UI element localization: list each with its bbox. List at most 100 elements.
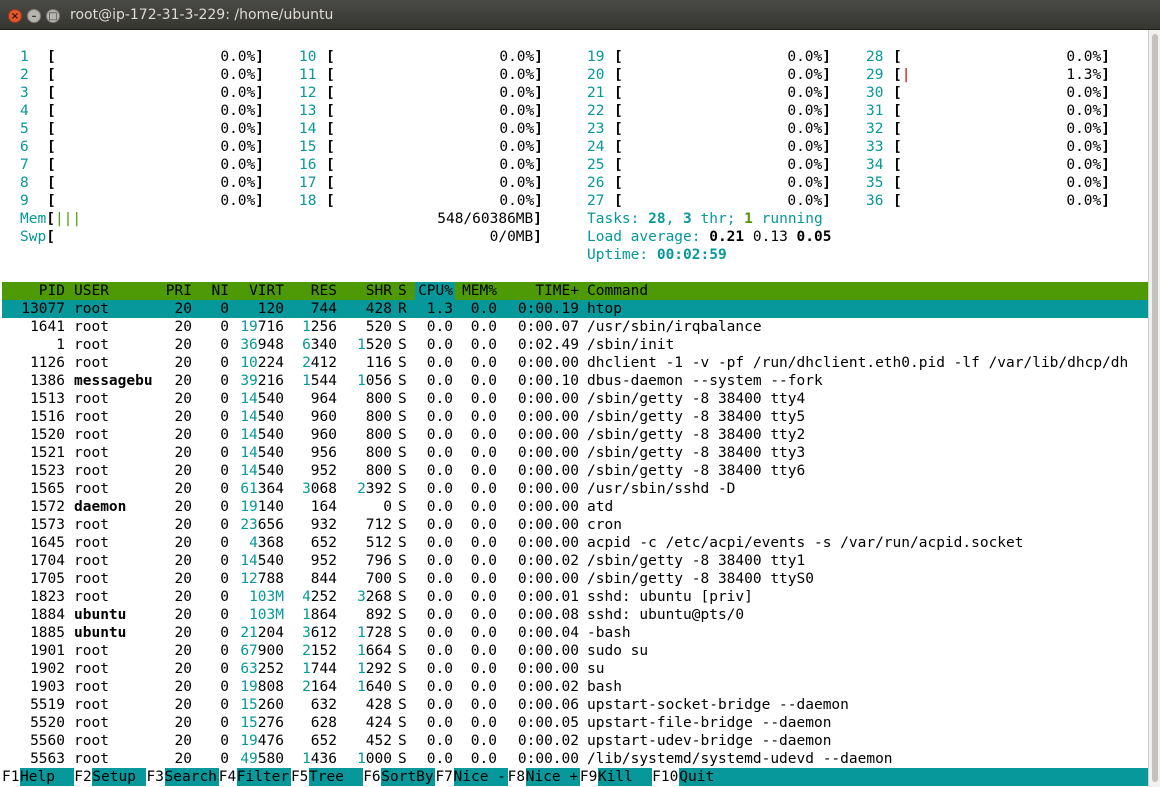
fkey-f4[interactable]: F4 [219,768,237,786]
fkey-nice-button[interactable]: Nice - [453,768,508,786]
process-res: 956 [310,445,337,461]
process-res: 652 [310,535,337,551]
cpu-percent-value: 0.0% [787,157,823,173]
cpu-percent: 0.0%] [499,121,543,137]
cpu-percent: 1.3%] [1066,67,1110,83]
process-s: S [398,355,407,371]
cpu-percent: 0.0%] [1066,103,1110,119]
column-header-row: PID USER PRI NI VIRT RES SHR S CPU% MEM% TIME+ Comm… [2,282,1148,300]
cpu-number: 23 [587,121,605,137]
process-virt: 14540 [240,391,284,407]
fkey-setup-button[interactable]: Setup [92,768,147,786]
column-header-shr[interactable]: SHR [342,282,392,300]
scrollbar[interactable] [1148,30,1160,787]
fkey-sortby-button[interactable]: SortBy [381,768,436,786]
fkey-kill-button[interactable]: Kill [597,768,653,786]
cpu-number: 19 [587,49,605,65]
column-header-pid[interactable]: PID [2,282,65,300]
process-mem: 0.0 [470,319,497,335]
process-virt: 36948 [240,337,284,353]
process-s: S [398,625,407,641]
cpu-percent-value: 0.0% [1066,121,1102,137]
process-ni: 0 [220,571,229,587]
process-cpu: 1.3 [426,301,453,317]
fkey-filter-button[interactable]: Filter [236,768,291,786]
column-header-time[interactable]: TIME+ [507,282,579,300]
terminal-area[interactable]: 1 [0.0%] 2 [0.0%] 3 [0.0%] 4 [0.0%] 5 [0.0%] 6 [0.0… [2,30,1148,787]
column-header-ni[interactable]: NI [197,282,229,300]
cpu-bar: [ [47,157,56,173]
process-cmd: /sbin/getty -8 38400 tty2 [587,427,806,443]
process-s: S [398,571,407,587]
process-shr: 1000 [357,751,392,767]
process-virt: 67900 [240,643,284,659]
fkey-help-button[interactable]: Help [20,768,75,786]
process-shr: 800 [365,463,392,479]
cpu-percent-value: 0.0% [1066,193,1102,209]
column-header-mem[interactable]: MEM% [460,282,497,300]
process-mem: 0.0 [470,499,497,515]
cpu-bar: [ [614,121,623,137]
process-virt: 14540 [240,463,284,479]
column-header-pri[interactable]: PRI [155,282,192,300]
cpu-bar: [ [326,157,335,173]
process-cmd: /sbin/getty -8 38400 tty6 [587,463,806,479]
fkey-quit-button[interactable]: Quit [679,768,1148,786]
process-cpu: 0.0 [426,535,453,551]
tasks-line: Tasks: 28, 3 thr; 1 running [587,210,823,228]
cpu-bar: [ [893,139,902,155]
fkey-f6[interactable]: F6 [363,768,381,786]
cpu-percent: 0.0%] [1066,175,1110,191]
fkey-f5[interactable]: F5 [291,768,309,786]
column-header-virt[interactable]: VIRT [232,282,284,300]
cpu-percent: 0.0%] [220,67,264,83]
column-header-res[interactable]: RES [287,282,337,300]
cpu-percent: 0.0%] [787,121,831,137]
cpu-percent-value: 0.0% [499,139,535,155]
process-mem: 0.0 [470,535,497,551]
process-cpu: 0.0 [426,319,453,335]
process-virt: 61364 [240,481,284,497]
process-ni: 0 [220,643,229,659]
cpu-percent: 0.0%] [787,139,831,155]
cpu-bar: [ [326,175,335,191]
process-shr: 1728 [357,625,392,641]
cpu-number: 29 [866,67,884,83]
cpu-number: 24 [587,139,605,155]
cpu-bar: [ [47,121,56,137]
fkey-nice-button[interactable]: Nice + [525,768,580,786]
process-res: 1436 [302,751,337,767]
swap-meter: Swp[ [20,229,55,245]
cpu-percent: 0.0%] [787,193,831,209]
process-time: 0:00.00 [517,445,579,461]
fkey-f10[interactable]: F10 [652,768,679,786]
process-shr: 892 [365,607,392,623]
cpu-percent: 0.0%] [787,67,831,83]
close-window-button[interactable]: × [8,9,22,23]
process-pri: 20 [174,373,192,389]
fkey-f7[interactable]: F7 [435,768,453,786]
column-header-cpu[interactable]: CPU% [415,282,453,300]
column-header-cmd[interactable]: Command [587,282,1147,300]
fkey-f9[interactable]: F9 [580,768,598,786]
fkey-f8[interactable]: F8 [508,768,526,786]
fkey-search-button[interactable]: Search [164,768,219,786]
process-res: 952 [310,463,337,479]
fkey-tree-button[interactable]: Tree [309,768,364,786]
column-header-user[interactable]: USER [74,282,164,300]
process-user: root [74,679,109,695]
cpu-bar: [ [47,67,56,83]
fkey-f1[interactable]: F1 [2,768,20,786]
maximize-window-button[interactable]: □ [46,9,60,23]
scrollbar-thumb[interactable] [1152,34,1158,782]
cpu-number: 7 [20,157,29,173]
minimize-window-button[interactable]: – [27,9,41,23]
cpu-percent: 0.0%] [787,103,831,119]
fkey-f3[interactable]: F3 [146,768,164,786]
column-header-s[interactable]: S [398,282,410,300]
fkey-f2[interactable]: F2 [74,768,92,786]
process-mem: 0.0 [470,661,497,677]
process-s: S [398,697,407,713]
swap-label: Swp [20,229,47,245]
process-ni: 0 [220,733,229,749]
